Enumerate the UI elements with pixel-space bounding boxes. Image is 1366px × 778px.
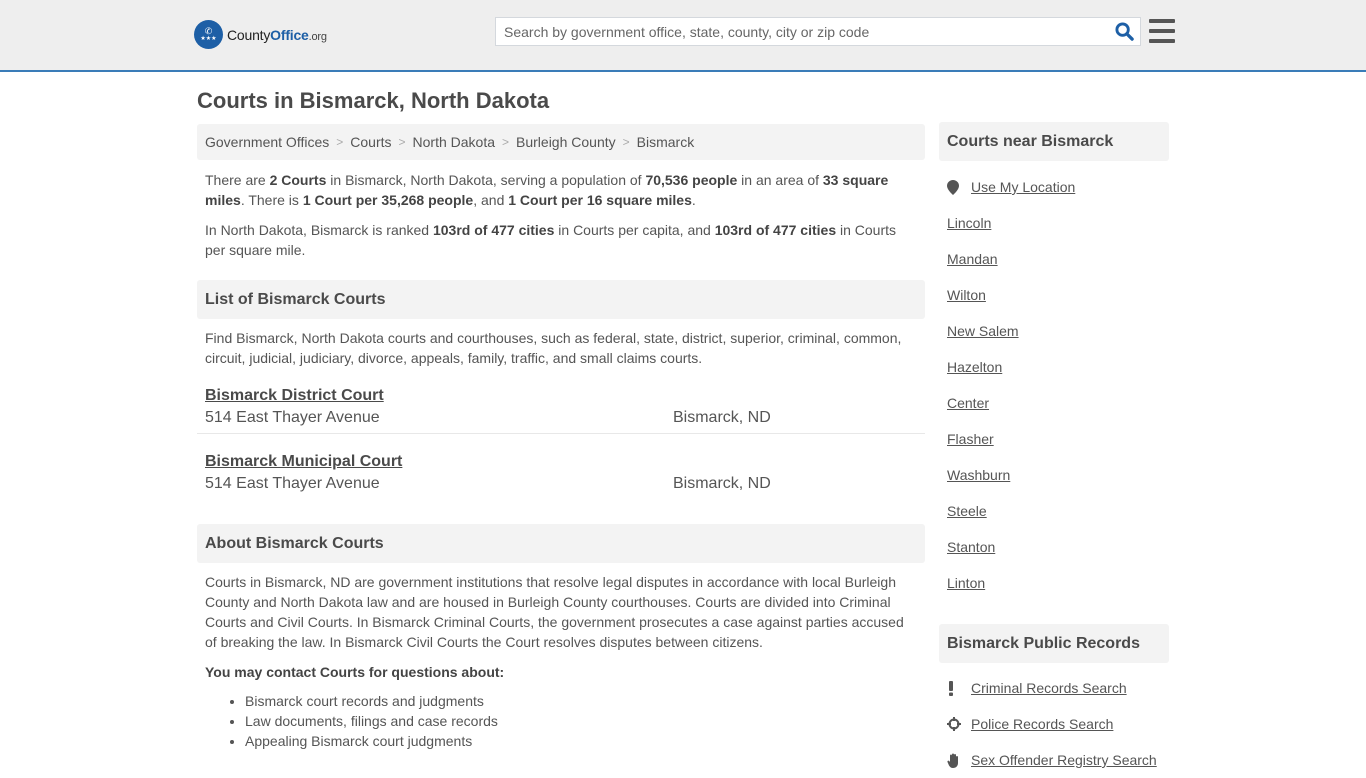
- court-name-link[interactable]: Bismarck Municipal Court: [205, 452, 402, 472]
- main-content: Government Offices > Courts > North Dako…: [197, 124, 925, 751]
- court-address: 514 East Thayer Avenue: [205, 409, 380, 426]
- about-section-heading: About Bismarck Courts: [197, 524, 925, 563]
- search-button[interactable]: [1108, 18, 1140, 45]
- nearby-city-item: Flasher: [947, 421, 1169, 457]
- map-marker-icon: [947, 179, 971, 195]
- court-city: Bismarck, ND: [673, 475, 771, 492]
- use-my-location-link[interactable]: Use My Location: [971, 179, 1075, 195]
- hand-icon: [947, 753, 971, 768]
- page-title: Courts in Bismarck, North Dakota: [197, 88, 550, 113]
- list-item: Law documents, filings and case records: [245, 711, 925, 731]
- court-city: Bismarck, ND: [673, 409, 771, 426]
- courts-near-heading: Courts near Bismarck: [939, 122, 1169, 161]
- nearby-city-item: Lincoln: [947, 205, 1169, 241]
- court-address: 514 East Thayer Avenue: [205, 475, 380, 492]
- nearby-city-link[interactable]: Lincoln: [947, 215, 991, 231]
- nearby-city-link[interactable]: Hazelton: [947, 359, 1002, 375]
- logo-text: CountyOffice.org: [227, 26, 327, 43]
- contact-topics-list: Bismarck court records and judgments Law…: [197, 691, 925, 751]
- list-item: Appealing Bismarck court judgments: [245, 731, 925, 751]
- site-logo[interactable]: ✆ ★★★ CountyOffice.org: [194, 20, 327, 49]
- nearby-city-link[interactable]: Washburn: [947, 467, 1010, 483]
- search-bar: [495, 17, 1141, 46]
- sex-offender-registry-link[interactable]: Sex Offender Registry Search: [971, 752, 1157, 768]
- crosshair-icon: [947, 717, 971, 731]
- breadcrumb-courts[interactable]: Courts: [350, 134, 391, 150]
- breadcrumb-bismarck[interactable]: Bismarck: [637, 134, 695, 150]
- court-name-link[interactable]: Bismarck District Court: [205, 386, 384, 406]
- nearby-city-item: Hazelton: [947, 349, 1169, 385]
- breadcrumb-separator: >: [336, 135, 344, 149]
- site-header: ✆ ★★★ CountyOffice.org: [0, 0, 1366, 72]
- breadcrumb-government-offices[interactable]: Government Offices: [205, 134, 329, 150]
- nearby-city-link[interactable]: Wilton: [947, 287, 986, 303]
- court-list-item: Bismarck District Court 514 East Thayer …: [197, 386, 925, 451]
- record-search-item: Criminal Records Search: [947, 670, 1169, 706]
- contact-heading: You may contact Courts for questions abo…: [205, 664, 505, 680]
- menu-bar: [1149, 29, 1175, 33]
- list-section-heading: List of Bismarck Courts: [197, 280, 925, 319]
- nearby-city-item: Washburn: [947, 457, 1169, 493]
- eagle-logo-icon: ✆ ★★★: [194, 20, 223, 49]
- nearby-city-item: Wilton: [947, 277, 1169, 313]
- intro-ranking: In North Dakota, Bismarck is ranked 103r…: [205, 222, 897, 258]
- breadcrumb-separator: >: [502, 135, 510, 149]
- use-my-location-item: Use My Location: [947, 169, 1169, 205]
- list-item: Bismarck court records and judgments: [245, 691, 925, 711]
- police-records-link[interactable]: Police Records Search: [971, 716, 1113, 732]
- nearby-city-link[interactable]: Mandan: [947, 251, 998, 267]
- nearby-cities-list: Use My Location Lincoln Mandan Wilton Ne…: [939, 169, 1169, 601]
- public-records-heading: Bismarck Public Records: [939, 624, 1169, 663]
- breadcrumb-burleigh-county[interactable]: Burleigh County: [516, 134, 616, 150]
- court-list-item: Bismarck Municipal Court 514 East Thayer…: [197, 452, 925, 517]
- breadcrumb-separator: >: [398, 135, 406, 149]
- hamburger-menu-button[interactable]: [1149, 19, 1175, 43]
- nearby-city-link[interactable]: Steele: [947, 503, 987, 519]
- nearby-city-item: New Salem: [947, 313, 1169, 349]
- nearby-city-link[interactable]: Linton: [947, 575, 985, 591]
- nearby-city-item: Stanton: [947, 529, 1169, 565]
- nearby-city-item: Mandan: [947, 241, 1169, 277]
- search-input[interactable]: [496, 18, 1108, 45]
- nearby-city-item: Steele: [947, 493, 1169, 529]
- nearby-city-item: Center: [947, 385, 1169, 421]
- list-section-description: Find Bismarck, North Dakota courts and c…: [205, 330, 902, 366]
- nearby-city-link[interactable]: Center: [947, 395, 989, 411]
- about-section-text: Courts in Bismarck, ND are government in…: [205, 574, 904, 650]
- breadcrumb-north-dakota[interactable]: North Dakota: [413, 134, 495, 150]
- public-records-list: Criminal Records Search Police Records S…: [939, 670, 1169, 778]
- menu-bar: [1149, 39, 1175, 43]
- nearby-city-link[interactable]: New Salem: [947, 323, 1019, 339]
- breadcrumb: Government Offices > Courts > North Dako…: [197, 124, 925, 160]
- search-icon: [1114, 22, 1134, 41]
- exclamation-icon: [947, 680, 971, 696]
- menu-bar: [1149, 19, 1175, 23]
- nearby-city-link[interactable]: Stanton: [947, 539, 995, 555]
- criminal-records-link[interactable]: Criminal Records Search: [971, 680, 1127, 696]
- record-search-item: Police Records Search: [947, 706, 1169, 742]
- nearby-city-link[interactable]: Flasher: [947, 431, 994, 447]
- sidebar: Courts near Bismarck Use My Location Lin…: [939, 122, 1169, 778]
- breadcrumb-separator: >: [622, 135, 630, 149]
- intro-stats: There are 2 Courts in Bismarck, North Da…: [205, 172, 889, 208]
- nearby-city-item: Linton: [947, 565, 1169, 601]
- record-search-item: Sex Offender Registry Search: [947, 742, 1169, 778]
